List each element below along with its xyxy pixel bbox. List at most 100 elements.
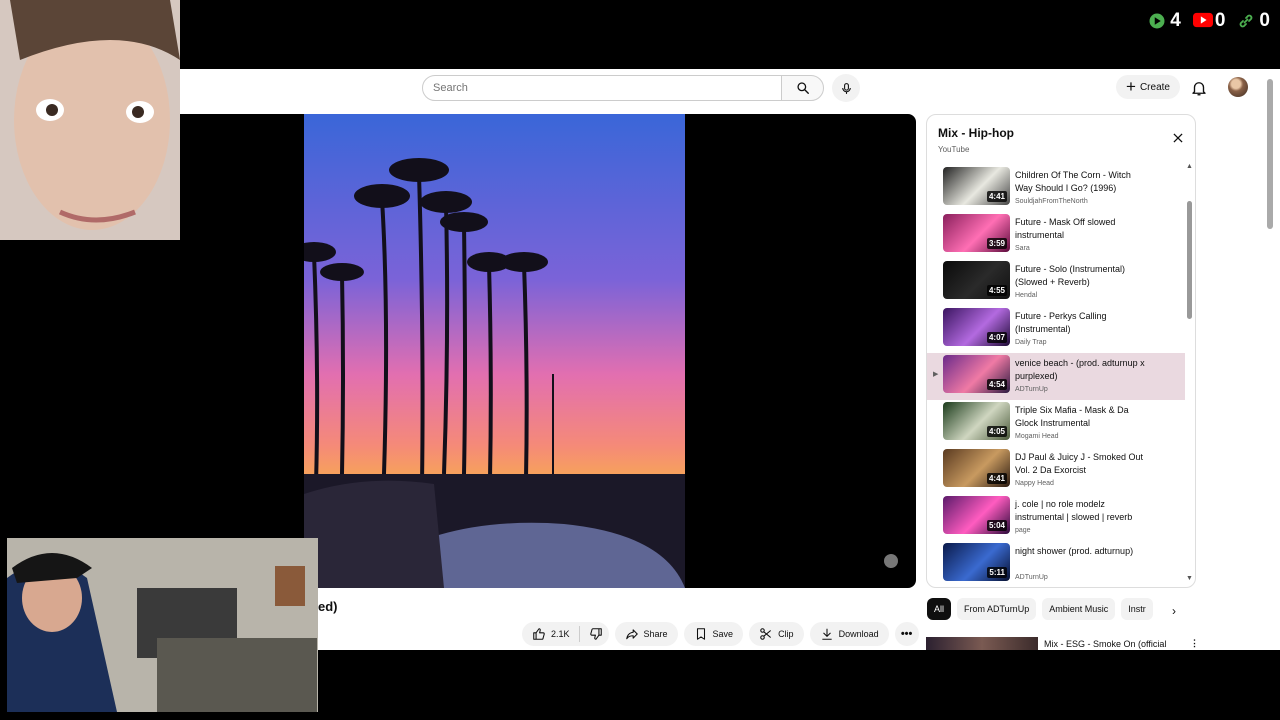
recommended-thumbnail[interactable] — [926, 637, 1038, 650]
playlist-item[interactable]: 4:55 Future - Solo (Instrumental) (Slowed… — [927, 259, 1185, 306]
video-frame-venice-beach — [304, 114, 685, 588]
playlist-item-channel: ADTurnUp — [1015, 386, 1048, 393]
counter-value: 4 — [1170, 10, 1181, 31]
voice-search-button[interactable] — [832, 74, 860, 102]
scroll-up-arrow-icon[interactable]: ▲ — [1186, 163, 1193, 170]
playlist-scrollbar[interactable] — [1187, 201, 1192, 319]
playlist-thumbnail[interactable]: 4:41 — [943, 167, 1010, 205]
search-button[interactable] — [781, 75, 824, 101]
playlist-thumbnail[interactable]: 5:04 — [943, 496, 1010, 534]
filter-chip[interactable]: From ADTurnUp — [957, 598, 1037, 620]
save-label: Save — [712, 629, 734, 639]
stream-counters: 4 0 0 — [1148, 10, 1270, 32]
thumbs-down-icon[interactable] — [589, 627, 603, 641]
chevron-right-icon[interactable]: › — [1172, 604, 1176, 618]
save-button[interactable]: Save — [683, 622, 744, 646]
like-count[interactable]: 2.1K — [551, 629, 570, 639]
playlist-item[interactable]: 5:04 j. cole | no role modelz instrumenta… — [927, 494, 1185, 541]
playlist-item[interactable]: 5:11 night shower (prod. adturnup) ADTurnU… — [927, 541, 1185, 587]
download-icon — [821, 628, 832, 640]
search-input[interactable] — [422, 75, 782, 101]
download-button[interactable]: Download — [809, 622, 889, 646]
video-player[interactable] — [74, 114, 916, 588]
playlist-item-channel: Nappy Head — [1015, 480, 1054, 487]
account-avatar[interactable] — [1228, 77, 1248, 97]
recommended-title[interactable]: Mix - ESG - Smoke On (official — [1044, 639, 1166, 649]
playlist-item-title[interactable]: Future - Solo (Instrumental) (Slowed + R… — [1015, 263, 1150, 289]
playlist-items: 4:41 Children Of The Corn - Witch Way Sho… — [927, 165, 1185, 587]
share-arrow-icon — [625, 629, 638, 640]
youtube-icon — [1192, 12, 1213, 30]
playlist-thumbnail[interactable]: 3:59 — [943, 214, 1010, 252]
clip-button[interactable]: Clip — [749, 622, 804, 646]
filter-chip[interactable]: Instr — [1121, 598, 1153, 620]
playlist-item[interactable]: 4:05 Triple Six Mafia - Mask & Da Glock I… — [927, 400, 1185, 447]
vertical-dots-icon[interactable]: ⋮ — [1190, 638, 1199, 649]
playlist-item-channel: ADTurnUp — [1015, 574, 1048, 581]
playlist-thumbnail[interactable]: 4:05 — [943, 402, 1010, 440]
playlist-item[interactable]: 4:41 Children Of The Corn - Witch Way Sho… — [927, 165, 1185, 212]
playlist-thumbnail[interactable]: 4:41 — [943, 449, 1010, 487]
more-dots-icon: ••• — [900, 628, 913, 640]
download-label: Download — [838, 629, 879, 639]
playlist-thumbnail[interactable]: 4:07 — [943, 308, 1010, 346]
scroll-down-arrow-icon[interactable]: ▼ — [1186, 575, 1193, 582]
duration-badge: 4:05 — [986, 426, 1007, 437]
now-playing-icon: ▶ — [933, 371, 939, 378]
thumbs-up-icon[interactable] — [532, 627, 546, 641]
divider — [578, 626, 580, 642]
playlist-item-title[interactable]: Children Of The Corn - Witch Way Should … — [1015, 169, 1150, 195]
playlist-item[interactable]: 3:59 Future - Mask Off slowed instrumenta… — [927, 212, 1185, 259]
playlist-thumbnail[interactable]: 4:54 — [943, 355, 1010, 393]
video-actions: 2.1K Share Save Clip Download ••• — [522, 622, 919, 646]
playlist-item-title[interactable]: Future - Mask Off slowed instrumental — [1015, 216, 1150, 242]
counter-value: 0 — [1214, 10, 1226, 31]
playlist-item-title[interactable]: DJ Paul & Juicy J - Smoked Out Vol. 2 Da… — [1015, 451, 1150, 477]
playlist-item[interactable]: 4:41 DJ Paul & Juicy J - Smoked Out Vol. … — [927, 447, 1185, 494]
duration-badge: 4:41 — [986, 473, 1007, 484]
playlist-panel: Mix - Hip-hop YouTube ▲ 4:41 Children Of … — [926, 114, 1196, 588]
playlist-item-title[interactable]: venice beach - (prod. adturnup x purplex… — [1015, 357, 1150, 383]
playlist-thumbnail[interactable]: 4:55 — [943, 261, 1010, 299]
playlist-item-title[interactable]: j. cole | no role modelz instrumental | … — [1015, 498, 1150, 524]
page-scrollbar[interactable] — [1267, 79, 1273, 229]
more-actions-button[interactable]: ••• — [894, 622, 919, 646]
playlist-item[interactable]: ▶ 4:54 venice beach - (prod. adturnup x pu… — [927, 353, 1185, 400]
notifications-bell-icon[interactable] — [1190, 78, 1208, 98]
playlist-item-channel: Mogami Head — [1015, 433, 1059, 440]
masthead: + Create — [74, 69, 1280, 107]
like-dislike-group: 2.1K — [522, 622, 609, 646]
recommended-video[interactable]: Mix - ESG - Smoke On (official ⋮ — [926, 637, 1206, 650]
share-button[interactable]: Share — [614, 622, 678, 646]
share-label: Share — [643, 629, 668, 639]
webcam-overlay-bottom — [7, 538, 318, 712]
playlist-item-channel: SouldjahFromTheNorth — [1015, 198, 1088, 205]
duration-badge: 4:55 — [986, 285, 1007, 296]
counter: 4 — [1148, 10, 1181, 32]
create-label: Create — [1139, 81, 1170, 93]
counter: 0 — [1192, 10, 1226, 32]
filter-chip[interactable]: All — [927, 598, 952, 620]
duration-badge: 3:59 — [986, 238, 1007, 249]
duration-badge: 5:04 — [986, 520, 1007, 531]
playlist-thumbnail[interactable]: 5:11 — [943, 543, 1010, 581]
webcam-overlay-top — [0, 0, 180, 240]
filter-chip[interactable]: Ambient Music — [1042, 598, 1116, 620]
playlist-item[interactable]: 4:07 Future - Perkys Calling (Instrumenta… — [927, 306, 1185, 353]
scissors-icon — [760, 628, 772, 640]
playlist-item-title[interactable]: Triple Six Mafia - Mask & Da Glock Instr… — [1015, 404, 1150, 430]
duration-badge: 4:41 — [986, 191, 1007, 202]
playlist-item-title[interactable]: night shower (prod. adturnup) — [1015, 545, 1150, 558]
create-button[interactable]: + Create — [1116, 75, 1180, 99]
channel-watermark[interactable] — [884, 554, 898, 568]
microphone-icon — [841, 82, 851, 94]
plus-icon: + — [1126, 77, 1136, 96]
clip-label: Clip — [778, 629, 794, 639]
playlist-item-title[interactable]: Future - Perkys Calling (Instrumental) — [1015, 310, 1150, 336]
duration-badge: 4:07 — [986, 332, 1007, 343]
link-icon — [1237, 12, 1255, 30]
close-icon[interactable] — [1171, 131, 1185, 145]
playlist-item-channel: page — [1015, 527, 1031, 534]
bookmark-icon — [696, 628, 705, 640]
playlist-channel: YouTube — [938, 145, 970, 154]
